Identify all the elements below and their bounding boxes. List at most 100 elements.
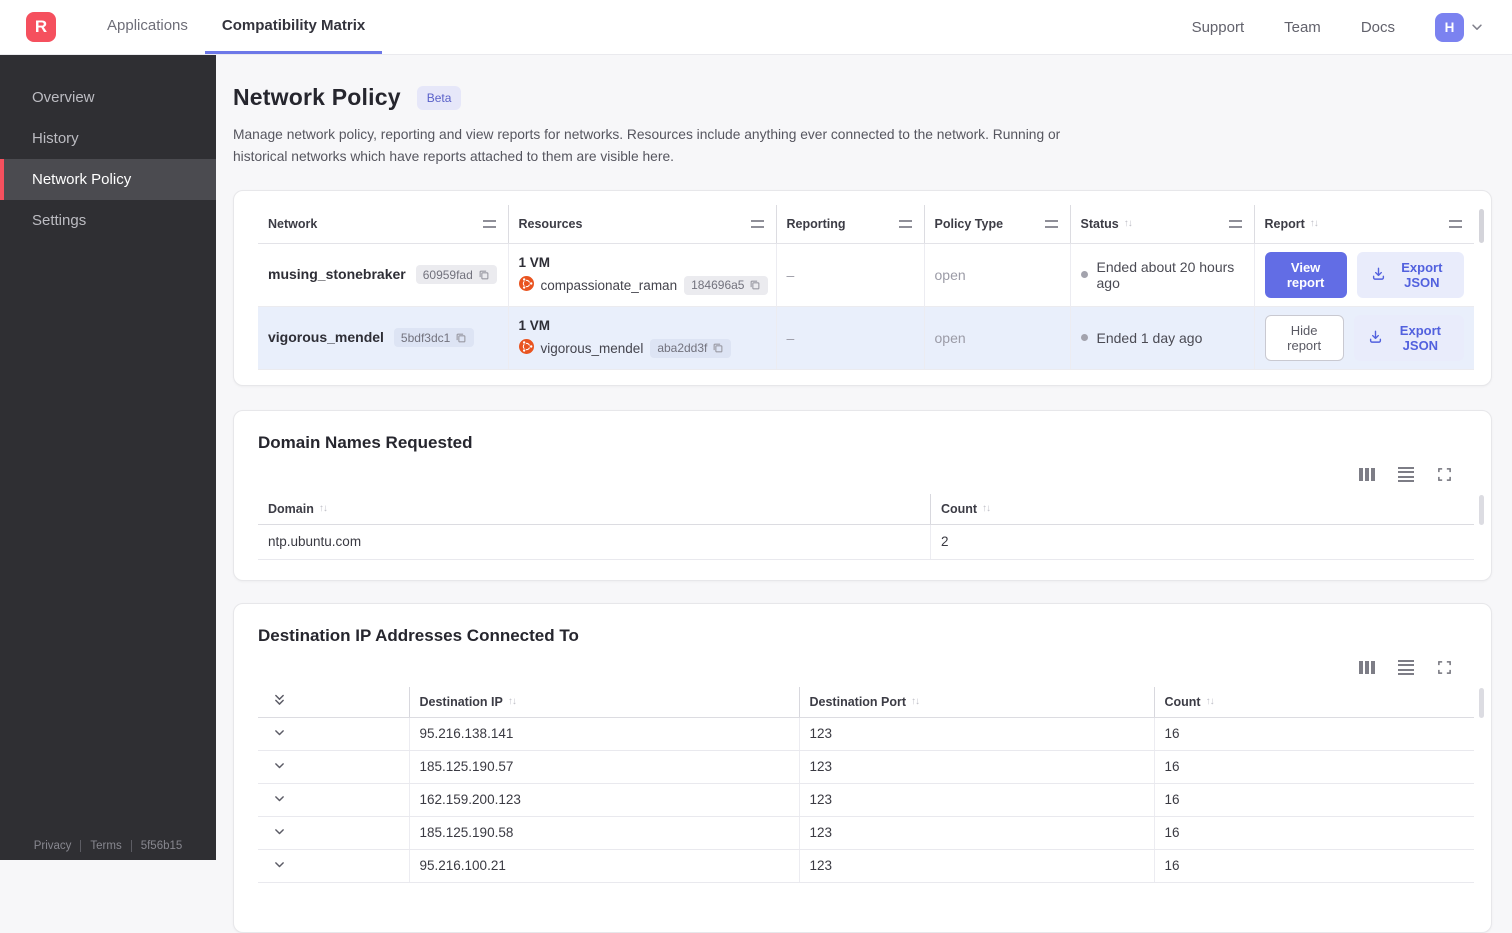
column-header-reporting[interactable]: Reporting: [776, 205, 924, 243]
table-scrollbar[interactable]: [1479, 495, 1484, 525]
rows-density-icon[interactable]: [1398, 660, 1414, 676]
sidebar-item-history[interactable]: History: [0, 118, 216, 159]
sort-icon[interactable]: ↑↓: [1310, 218, 1318, 229]
sidebar-item-settings[interactable]: Settings: [0, 200, 216, 241]
networks-card: Network Resources Reporting Policy Type …: [233, 190, 1492, 386]
column-header-expander: [258, 687, 409, 717]
terms-link[interactable]: Terms: [90, 840, 121, 852]
sidebar-item-network-policy[interactable]: Network Policy: [0, 159, 216, 200]
column-header-count[interactable]: Count↑↓: [930, 494, 1474, 524]
column-menu-icon[interactable]: [483, 220, 496, 228]
resources-cell: 1 VM compassionate_raman 184696a5: [508, 243, 776, 306]
count-cell: 16: [1154, 849, 1474, 882]
ip-cell: 95.216.100.21: [409, 849, 799, 882]
status-cell: Ended 1 day ago: [1070, 306, 1254, 369]
ubuntu-icon: [519, 339, 534, 357]
row-chevron-down-icon[interactable]: [268, 792, 286, 805]
ip-cell: 95.216.138.141: [409, 717, 799, 750]
expand-all-chevrons-icon[interactable]: [268, 692, 286, 708]
port-cell: 123: [799, 750, 1154, 783]
ips-table: Destination IP↑↓ Destination Port↑↓ Coun…: [258, 687, 1474, 883]
nav-link-team[interactable]: Team: [1284, 19, 1321, 36]
ip-row[interactable]: 185.125.190.57 123 16: [258, 750, 1474, 783]
column-menu-icon[interactable]: [751, 220, 764, 228]
resources-summary: 1 VM: [519, 255, 766, 270]
network-row[interactable]: vigorous_mendel5bdf3dc1 1 VM vigorous_me…: [258, 306, 1474, 369]
row-chevron-down-icon[interactable]: [268, 759, 286, 772]
primary-tabs: Applications Compatibility Matrix: [90, 0, 382, 54]
copy-icon[interactable]: [712, 342, 724, 354]
network-cell: musing_stonebraker60959fad: [258, 243, 508, 306]
beta-badge: Beta: [417, 86, 462, 110]
network-row[interactable]: musing_stonebraker60959fad 1 VM compassi…: [258, 243, 1474, 306]
network-cell: vigorous_mendel5bdf3dc1: [258, 306, 508, 369]
column-header-destination-ip[interactable]: Destination IP↑↓: [409, 687, 799, 717]
ips-card-title: Destination IP Addresses Connected To: [258, 626, 1474, 646]
nav-link-docs[interactable]: Docs: [1361, 19, 1395, 36]
table-scrollbar[interactable]: [1479, 209, 1484, 243]
ip-row[interactable]: 95.216.100.21 123 16: [258, 849, 1474, 882]
row-chevron-down-icon[interactable]: [268, 726, 286, 739]
privacy-link[interactable]: Privacy: [34, 840, 72, 852]
columns-icon[interactable]: [1359, 468, 1375, 481]
sidebar-item-overview[interactable]: Overview: [0, 77, 216, 118]
reporting-cell: –: [776, 306, 924, 369]
column-header-resources[interactable]: Resources: [508, 205, 776, 243]
column-header-report[interactable]: Report↑↓: [1254, 205, 1474, 243]
columns-icon[interactable]: [1359, 661, 1375, 674]
hide-report-button[interactable]: Hide report: [1265, 315, 1344, 361]
sort-icon[interactable]: ↑↓: [319, 503, 327, 514]
count-cell: 16: [1154, 783, 1474, 816]
table-toolbar: [258, 660, 1474, 676]
row-chevron-down-icon[interactable]: [268, 825, 286, 838]
column-menu-icon[interactable]: [1229, 220, 1242, 228]
ip-row[interactable]: 162.159.200.123 123 16: [258, 783, 1474, 816]
user-avatar[interactable]: H: [1435, 13, 1464, 42]
policy-type-cell: open: [924, 243, 1070, 306]
nav-tab-compatibility-matrix[interactable]: Compatibility Matrix: [205, 0, 382, 54]
user-menu-chevron-down-icon[interactable]: [1470, 20, 1484, 34]
resource-id-badge: aba2dd3f: [650, 339, 731, 358]
copy-icon[interactable]: [749, 279, 761, 291]
column-header-count[interactable]: Count↑↓: [1154, 687, 1474, 717]
network-id-badge: 5bdf3dc1: [394, 328, 474, 347]
column-header-policy-type[interactable]: Policy Type: [924, 205, 1070, 243]
ip-row[interactable]: 95.216.138.141 123 16: [258, 717, 1474, 750]
network-name: musing_stonebraker: [268, 266, 406, 282]
column-header-network[interactable]: Network: [258, 205, 508, 243]
port-cell: 123: [799, 849, 1154, 882]
column-menu-icon[interactable]: [899, 220, 912, 228]
column-header-status[interactable]: Status↑↓: [1070, 205, 1254, 243]
copy-icon[interactable]: [455, 332, 467, 344]
expand-icon[interactable]: [1437, 467, 1452, 482]
sort-icon[interactable]: ↑↓: [508, 696, 516, 707]
export-json-button[interactable]: Export JSON: [1357, 252, 1464, 298]
resources-summary: 1 VM: [519, 318, 766, 333]
domain-row[interactable]: ntp.ubuntu.com 2: [258, 524, 1474, 559]
build-version: 5f56b15: [141, 840, 183, 852]
port-cell: 123: [799, 816, 1154, 849]
copy-icon[interactable]: [478, 269, 490, 281]
ip-row[interactable]: 185.125.190.58 123 16: [258, 816, 1474, 849]
view-report-button[interactable]: View report: [1265, 252, 1347, 298]
sort-icon[interactable]: ↑↓: [1206, 696, 1214, 707]
column-header-domain[interactable]: Domain↑↓: [258, 494, 930, 524]
column-menu-icon[interactable]: [1045, 220, 1058, 228]
expand-icon[interactable]: [1437, 660, 1452, 675]
app-logo-letter: R: [35, 17, 47, 37]
port-cell: 123: [799, 783, 1154, 816]
nav-link-support[interactable]: Support: [1192, 19, 1245, 36]
sort-icon[interactable]: ↑↓: [1124, 218, 1132, 229]
rows-density-icon[interactable]: [1398, 467, 1414, 483]
page-description: Manage network policy, reporting and vie…: [233, 124, 1118, 168]
nav-tab-applications[interactable]: Applications: [90, 0, 205, 54]
report-cell: View report Export JSON: [1254, 243, 1474, 306]
export-json-button[interactable]: Export JSON: [1354, 315, 1464, 361]
top-navigation: R Applications Compatibility Matrix Supp…: [0, 0, 1512, 55]
app-logo[interactable]: R: [26, 12, 56, 42]
table-scrollbar[interactable]: [1479, 688, 1484, 718]
sort-icon[interactable]: ↑↓: [911, 696, 919, 707]
sort-icon[interactable]: ↑↓: [982, 503, 990, 514]
column-menu-icon[interactable]: [1449, 220, 1462, 228]
column-header-destination-port[interactable]: Destination Port↑↓: [799, 687, 1154, 717]
